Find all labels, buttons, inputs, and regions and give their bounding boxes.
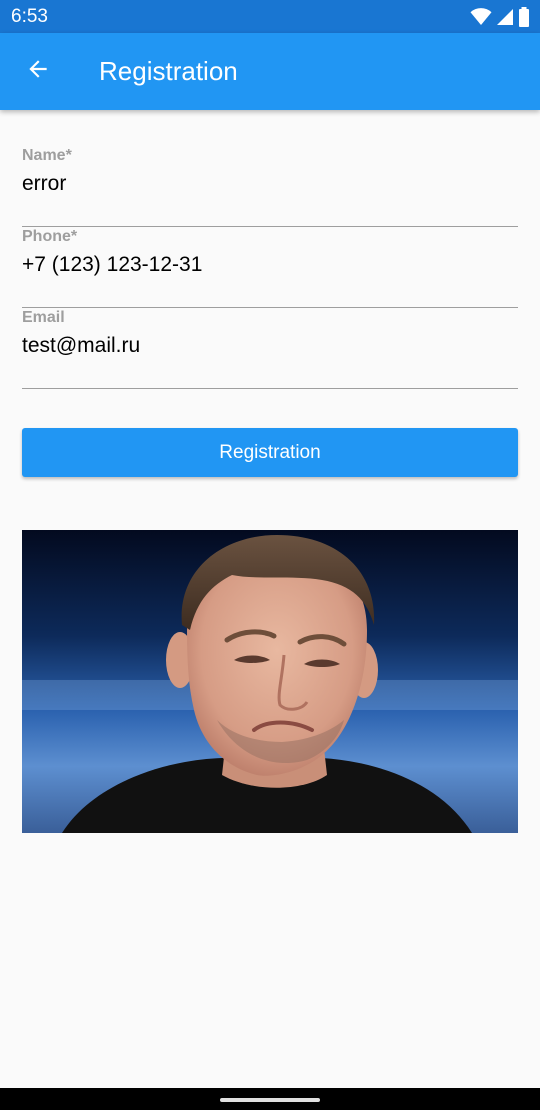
arrow-back-icon [25,56,51,87]
status-time: 6:53 [11,6,48,27]
back-button[interactable] [14,47,62,95]
app-bar: Registration [0,33,540,110]
name-input[interactable]: error [22,170,518,198]
phone-field-label: Phone* [22,228,78,245]
signal-icon [496,8,514,26]
name-field-label: Name* [22,147,72,164]
phone-input[interactable]: +7 (123) 123-12-31 [22,251,518,279]
status-icons [470,6,530,28]
status-bar: 6:53 [0,0,540,33]
email-input[interactable]: test@mail.ru [22,332,518,360]
phone-field[interactable]: Phone* +7 (123) 123-12-31 [22,228,518,308]
registration-screen: 6:53 Registration Name* error Phone* +7 … [0,0,540,1110]
email-field[interactable]: Email test@mail.ru [22,309,518,389]
wifi-icon [470,8,492,26]
system-nav-bar [0,1088,540,1110]
page-title: Registration [99,56,238,86]
home-indicator[interactable] [220,1098,320,1102]
person-photo [22,530,518,833]
name-field[interactable]: Name* error [22,147,518,227]
email-field-label: Email [22,309,65,326]
battery-icon [518,7,530,27]
registration-button[interactable]: Registration [22,428,518,477]
